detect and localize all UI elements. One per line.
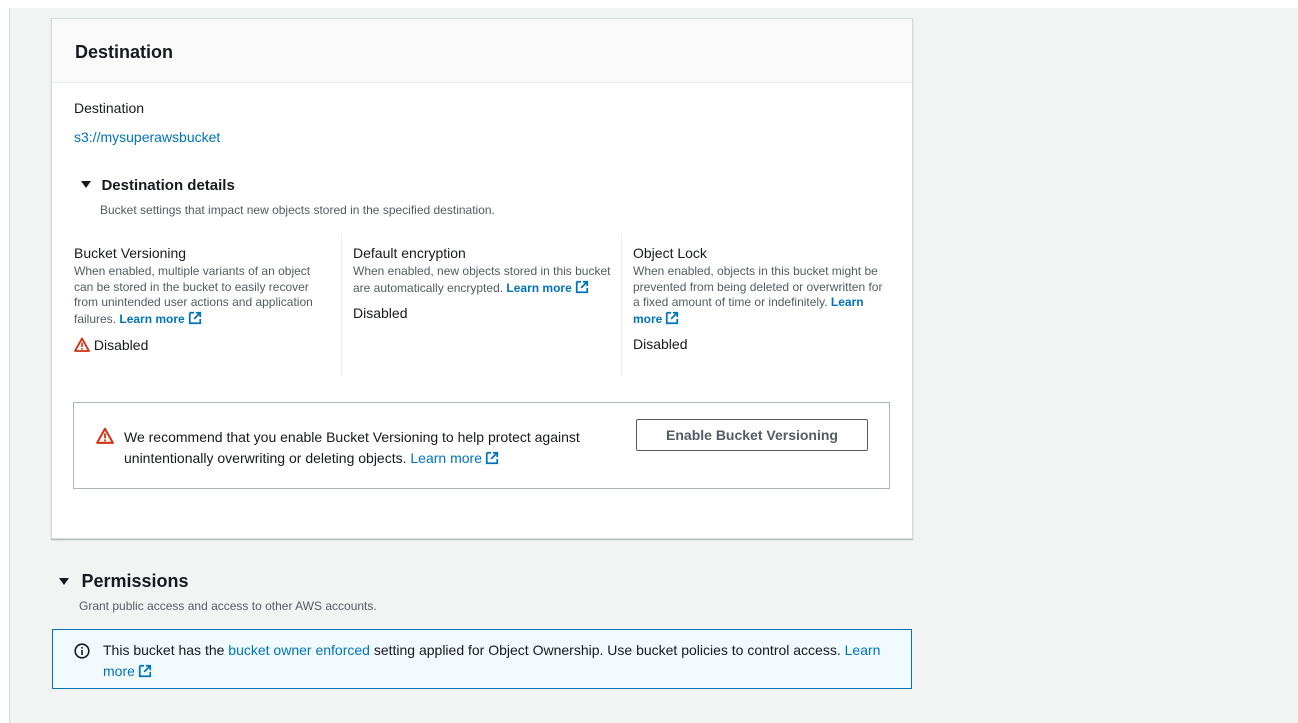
column-divider: [621, 234, 622, 376]
object-lock-column: Object Lock When enabled, objects in thi…: [633, 245, 891, 377]
warning-icon: [96, 427, 114, 444]
info-icon: [74, 643, 90, 659]
caret-down-icon: [81, 181, 91, 188]
bucket-versioning-title: Bucket Versioning: [74, 245, 187, 261]
destination-bucket-link[interactable]: s3://mysuperawsbucket: [74, 129, 220, 145]
external-link-icon: [666, 311, 679, 324]
external-link-icon: [575, 280, 588, 293]
destination-details-description: Bucket settings that impact new objects …: [100, 203, 495, 217]
external-link-icon: [188, 311, 201, 324]
default-encryption-value: Disabled: [353, 305, 408, 321]
left-border: [9, 8, 10, 723]
destination-label: Destination: [74, 100, 145, 116]
permissions-toggle[interactable]: Permissions: [59, 571, 189, 592]
alert-message: We recommend that you enable Bucket Vers…: [124, 427, 624, 469]
warning-icon: [74, 337, 90, 352]
bucket-versioning-learn-more[interactable]: Learn more: [119, 311, 201, 326]
object-lock-value: Disabled: [633, 336, 688, 352]
info-message: This bucket has the bucket owner enforce…: [103, 640, 883, 682]
object-ownership-info-alert: This bucket has the bucket owner enforce…: [52, 629, 912, 689]
alert-text: We recommend that you enable Bucket Vers…: [124, 429, 580, 466]
enable-bucket-versioning-button[interactable]: Enable Bucket Versioning: [636, 419, 868, 451]
external-link-icon: [485, 451, 499, 465]
default-encryption-learn-more[interactable]: Learn more: [506, 280, 588, 295]
destination-details-title: Destination details: [101, 177, 235, 194]
external-link-icon: [138, 664, 152, 678]
destination-details-toggle[interactable]: Destination details: [81, 177, 235, 195]
object-lock-title: Object Lock: [633, 245, 707, 261]
alert-learn-more-link[interactable]: Learn more: [410, 450, 499, 466]
bucket-versioning-value: Disabled: [93, 337, 149, 353]
default-encryption-title: Default encryption: [353, 245, 466, 261]
card-title: Destination: [75, 42, 174, 62]
info-text-after: setting applied for Object Ownership. Us…: [373, 642, 841, 658]
bucket-owner-enforced-link[interactable]: bucket owner enforced: [228, 642, 370, 658]
info-text-before: This bucket has the: [103, 642, 225, 658]
default-encryption-description: When enabled, new objects stored in this…: [353, 264, 611, 296]
object-lock-description: When enabled, objects in this bucket mig…: [633, 264, 891, 327]
bucket-versioning-status: Disabled: [74, 337, 332, 354]
bucket-versioning-column: Bucket Versioning When enabled, multiple…: [74, 245, 332, 377]
default-encryption-column: Default encryption When enabled, new obj…: [353, 245, 611, 377]
permissions-description: Grant public access and access to other …: [79, 599, 377, 613]
permissions-title: Permissions: [81, 571, 189, 591]
column-divider: [341, 234, 342, 376]
bucket-versioning-description: When enabled, multiple variants of an ob…: [74, 264, 332, 327]
versioning-warning-alert: We recommend that you enable Bucket Vers…: [73, 402, 890, 489]
caret-down-icon: [59, 578, 69, 585]
card-header: Destination: [52, 19, 912, 83]
